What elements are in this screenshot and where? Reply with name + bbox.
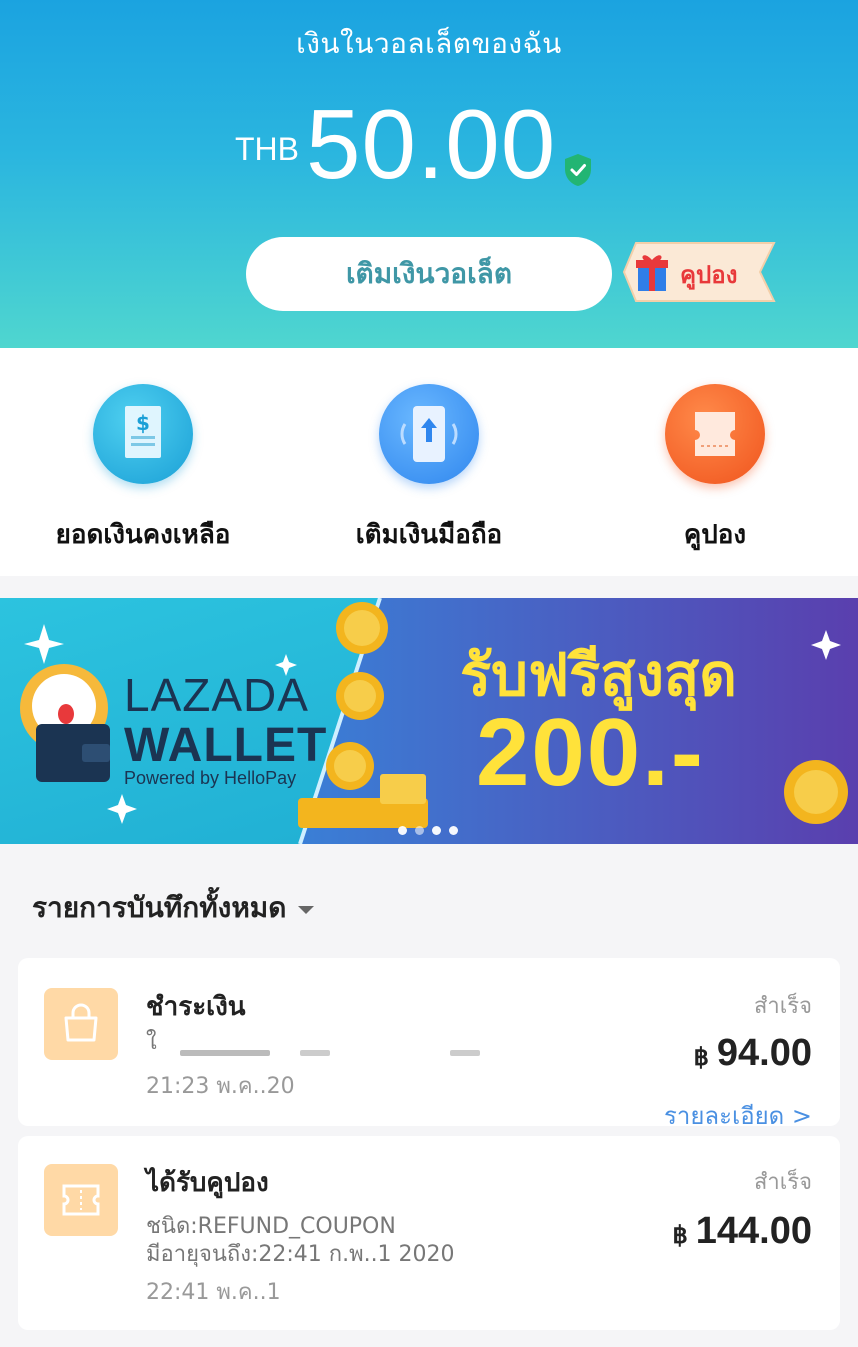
page-title: เงินในวอลเล็ตของฉัน bbox=[296, 27, 562, 60]
amount-value: 94.00 bbox=[716, 1032, 812, 1074]
coupon-action-label: คูปอง bbox=[683, 520, 747, 550]
shopping-bag-icon bbox=[44, 988, 118, 1060]
records-filter-label: รายการบันทึกทั้งหมด bbox=[32, 891, 287, 924]
banner-powered-by: Powered by HelloPay bbox=[124, 768, 297, 788]
baht-symbol: ฿ bbox=[693, 1044, 709, 1071]
banner-promo-amount: 200.- bbox=[476, 699, 705, 806]
coupon-tag-label: คูปอง bbox=[680, 261, 738, 289]
details-link[interactable]: รายละเอียด > bbox=[664, 1096, 812, 1135]
mobile-topup-icon bbox=[379, 384, 479, 484]
redacted-text bbox=[300, 1050, 330, 1056]
banner-brand-line2: WALLET bbox=[124, 719, 328, 772]
amount-value: 144.00 bbox=[695, 1210, 812, 1252]
banner-dot[interactable] bbox=[398, 826, 407, 835]
records-filter-dropdown[interactable]: รายการบันทึกทั้งหมด bbox=[32, 886, 315, 930]
balance-action-label: ยอดเงินคงเหลือ bbox=[55, 520, 231, 550]
transaction-subtitle: ใ bbox=[146, 1030, 157, 1055]
balance-amount: 50.00 bbox=[306, 89, 557, 199]
balance-display: THB 50.00 bbox=[0, 89, 858, 205]
transaction-amount: ฿ 144.00 bbox=[672, 1210, 812, 1253]
redacted-text bbox=[450, 1050, 480, 1056]
coupon-expiry: มีอายุจนถึง:22:41 ก.พ..1 2020 bbox=[146, 1242, 455, 1267]
transaction-title: ชำระเงิน bbox=[146, 992, 246, 1022]
quick-actions: $ ยอดเงินคงเหลือ เติมเงินมือถือ คูปอง bbox=[0, 348, 858, 576]
coupon-action[interactable]: คูปอง bbox=[572, 348, 858, 576]
banner-dot[interactable] bbox=[449, 826, 458, 835]
promo-banner[interactable]: LAZADA WALLET Powered by HelloPay รับฟรี… bbox=[0, 598, 858, 844]
coupon-ticket-icon bbox=[44, 1164, 118, 1236]
mobile-topup-action[interactable]: เติมเงินมือถือ bbox=[286, 348, 572, 576]
banner-dot-active[interactable] bbox=[415, 826, 424, 835]
balance-currency: THB bbox=[235, 131, 299, 167]
transaction-time: 21:23 พ.ค..20 bbox=[146, 1074, 295, 1099]
banner-brand-line1: LAZADA bbox=[124, 669, 309, 721]
banner-pagination bbox=[398, 826, 458, 835]
svg-text:$: $ bbox=[136, 411, 150, 435]
verified-shield-icon bbox=[565, 154, 591, 186]
transaction-amount: ฿ 94.00 bbox=[694, 1032, 812, 1075]
balance-action[interactable]: $ ยอดเงินคงเหลือ bbox=[0, 348, 286, 576]
wallet-header: เงินในวอลเล็ตของฉัน THB 50.00 เติมเงินวอ… bbox=[0, 0, 858, 348]
coupon-tag-button[interactable]: คูปอง bbox=[622, 241, 778, 303]
baht-symbol: ฿ bbox=[672, 1222, 688, 1249]
topup-wallet-button[interactable]: เติมเงินวอเล็ต bbox=[246, 237, 612, 311]
redacted-text bbox=[180, 1050, 270, 1056]
transaction-status: สำเร็จ bbox=[753, 994, 812, 1019]
balance-document-icon: $ bbox=[93, 384, 193, 484]
gift-icon bbox=[636, 255, 668, 291]
mobile-topup-label: เติมเงินมือถือ bbox=[355, 520, 503, 550]
transaction-status: สำเร็จ bbox=[753, 1170, 812, 1195]
transaction-card[interactable]: ชำระเงิน ใ 21:23 พ.ค..20 สำเร็จ ฿ 94.00 ร… bbox=[18, 958, 840, 1130]
transaction-card[interactable]: ได้รับคูปอง ชนิด:REFUND_COUPON มีอายุจนถ… bbox=[18, 1136, 840, 1330]
transaction-title: ได้รับคูปอง bbox=[146, 1168, 269, 1198]
ticket-icon bbox=[665, 384, 765, 484]
banner-dot[interactable] bbox=[432, 826, 441, 835]
transaction-time: 22:41 พ.ค..1 bbox=[146, 1280, 281, 1305]
chevron-down-icon bbox=[298, 906, 315, 914]
